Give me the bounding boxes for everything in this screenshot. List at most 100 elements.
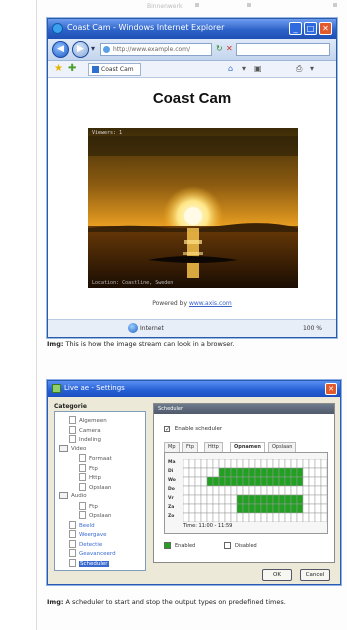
home-icon[interactable]: ⌂ xyxy=(228,64,233,74)
schedule-cell-enabled[interactable] xyxy=(242,494,250,505)
zoom-level[interactable]: 100 % xyxy=(303,325,322,332)
schedule-cell[interactable] xyxy=(296,459,304,469)
tree-item[interactable]: Http xyxy=(79,473,101,482)
schedule-cell[interactable] xyxy=(320,467,327,478)
schedule-cell-enabled[interactable] xyxy=(290,494,298,505)
schedule-cell-enabled[interactable] xyxy=(230,476,238,487)
schedule-cell[interactable] xyxy=(212,467,220,478)
schedule-cell[interactable] xyxy=(308,494,316,505)
schedule-cell-enabled[interactable] xyxy=(278,494,286,505)
tab-opnamen[interactable]: Opnamen xyxy=(230,442,265,452)
schedule-cell[interactable] xyxy=(206,494,214,505)
schedule-cell[interactable] xyxy=(236,485,244,496)
schedule-cell-enabled[interactable] xyxy=(266,476,274,487)
schedule-cell-enabled[interactable] xyxy=(272,503,280,514)
address-bar[interactable]: http://www.example.com/ xyxy=(100,43,212,56)
schedule-cell-enabled[interactable] xyxy=(218,467,226,478)
schedule-cell[interactable] xyxy=(254,512,262,522)
schedule-cell-enabled[interactable] xyxy=(278,503,286,514)
schedule-cell[interactable] xyxy=(302,476,310,487)
back-button[interactable]: ◀ xyxy=(52,41,69,58)
schedule-cell[interactable] xyxy=(218,485,226,496)
schedule-cell[interactable] xyxy=(242,485,250,496)
schedule-cell[interactable] xyxy=(224,503,232,514)
schedule-cell-enabled[interactable] xyxy=(296,494,304,505)
schedule-cell[interactable] xyxy=(302,459,310,469)
schedule-cell[interactable] xyxy=(183,485,190,496)
schedule-cell[interactable] xyxy=(272,512,280,522)
schedule-cell[interactable] xyxy=(314,494,322,505)
schedule-cell-enabled[interactable] xyxy=(248,494,256,505)
schedule-cell[interactable] xyxy=(200,512,208,522)
tree-item[interactable]: Opslaan xyxy=(79,482,111,492)
browser-tab[interactable]: Coast Cam xyxy=(88,63,141,76)
schedule-cell[interactable] xyxy=(188,503,196,514)
schedule-cell-enabled[interactable] xyxy=(296,476,304,487)
schedule-cell[interactable] xyxy=(242,512,250,522)
schedule-cell[interactable] xyxy=(296,512,304,522)
schedule-cell-enabled[interactable] xyxy=(260,494,268,505)
schedule-cell-enabled[interactable] xyxy=(284,503,292,514)
schedule-cell-enabled[interactable] xyxy=(254,503,262,514)
schedule-cell[interactable] xyxy=(296,485,304,496)
schedule-cell[interactable] xyxy=(302,503,310,514)
schedule-cell-enabled[interactable] xyxy=(290,476,298,487)
schedule-cell[interactable] xyxy=(206,459,214,469)
tree-item[interactable]: Formaat xyxy=(79,454,112,463)
schedule-cell-enabled[interactable] xyxy=(272,494,280,505)
schedule-cell[interactable] xyxy=(230,494,238,505)
schedule-cell-enabled[interactable] xyxy=(260,503,268,514)
tree-item[interactable]: Ftp xyxy=(79,501,98,511)
schedule-cell[interactable] xyxy=(314,476,322,487)
schedule-cell-enabled[interactable] xyxy=(290,467,298,478)
schedule-grid[interactable]: Time: 11:00 - 11:59 Ma Di Wo Do Vr Za Zo xyxy=(164,452,328,534)
schedule-cell-enabled[interactable] xyxy=(224,476,232,487)
schedule-cell[interactable] xyxy=(284,512,292,522)
schedule-grid-cells[interactable] xyxy=(183,459,327,522)
schedule-cell[interactable] xyxy=(314,485,322,496)
stop-icon[interactable]: ✕ xyxy=(226,44,233,54)
tree-item[interactable]: Scheduler xyxy=(69,558,109,568)
schedule-cell[interactable] xyxy=(188,485,196,496)
schedule-cell[interactable] xyxy=(236,459,244,469)
powered-by-link[interactable]: www.axis.com xyxy=(189,300,232,307)
favorites-star-icon[interactable]: ★ xyxy=(54,64,63,74)
schedule-cell[interactable] xyxy=(248,485,256,496)
tree-item[interactable]: Algemeen xyxy=(69,416,107,425)
tree-item[interactable]: Audio xyxy=(59,492,87,500)
schedule-cell-enabled[interactable] xyxy=(236,467,244,478)
schedule-cell[interactable] xyxy=(320,503,327,514)
schedule-cell[interactable] xyxy=(224,512,232,522)
schedule-cell[interactable] xyxy=(290,459,298,469)
tab-ftp[interactable]: Ftp xyxy=(182,442,199,452)
schedule-cell[interactable] xyxy=(188,512,196,522)
schedule-cell-enabled[interactable] xyxy=(272,467,280,478)
feeds-icon[interactable]: ▣ xyxy=(254,64,262,74)
schedule-cell[interactable] xyxy=(290,512,298,522)
schedule-cell-enabled[interactable] xyxy=(296,503,304,514)
schedule-cell[interactable] xyxy=(200,494,208,505)
schedule-cell[interactable] xyxy=(260,512,268,522)
schedule-cell-enabled[interactable] xyxy=(278,467,286,478)
schedule-cell-enabled[interactable] xyxy=(248,503,256,514)
schedule-cell[interactable] xyxy=(200,485,208,496)
schedule-cell-enabled[interactable] xyxy=(224,467,232,478)
schedule-cell[interactable] xyxy=(224,459,232,469)
schedule-cell-enabled[interactable] xyxy=(266,467,274,478)
schedule-cell[interactable] xyxy=(290,485,298,496)
schedule-cell-enabled[interactable] xyxy=(212,476,220,487)
schedule-cell[interactable] xyxy=(212,485,220,496)
schedule-cell[interactable] xyxy=(224,485,232,496)
dropdown-icon[interactable]: ▾ xyxy=(242,64,246,74)
refresh-icon[interactable]: ↻ xyxy=(216,44,223,54)
schedule-cell[interactable] xyxy=(212,459,220,469)
schedule-cell-enabled[interactable] xyxy=(230,467,238,478)
schedule-cell[interactable] xyxy=(194,467,202,478)
schedule-cell[interactable] xyxy=(284,459,292,469)
schedule-cell[interactable] xyxy=(272,485,280,496)
schedule-cell[interactable] xyxy=(206,485,214,496)
schedule-cell[interactable] xyxy=(230,459,238,469)
tree-item[interactable]: Detectie xyxy=(69,539,102,549)
schedule-cell[interactable] xyxy=(302,494,310,505)
enable-scheduler-option[interactable]: ✓ Enable scheduler xyxy=(164,426,222,433)
